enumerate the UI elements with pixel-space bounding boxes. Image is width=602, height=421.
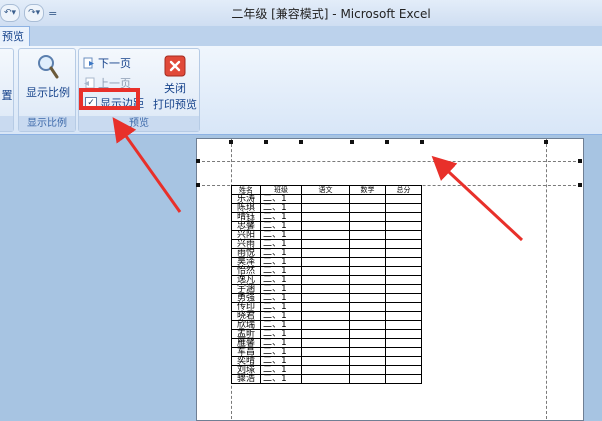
arrow-to-show-margins — [112, 117, 182, 213]
arrow-to-margin-line — [431, 155, 524, 242]
annotation-arrows — [112, 117, 524, 242]
